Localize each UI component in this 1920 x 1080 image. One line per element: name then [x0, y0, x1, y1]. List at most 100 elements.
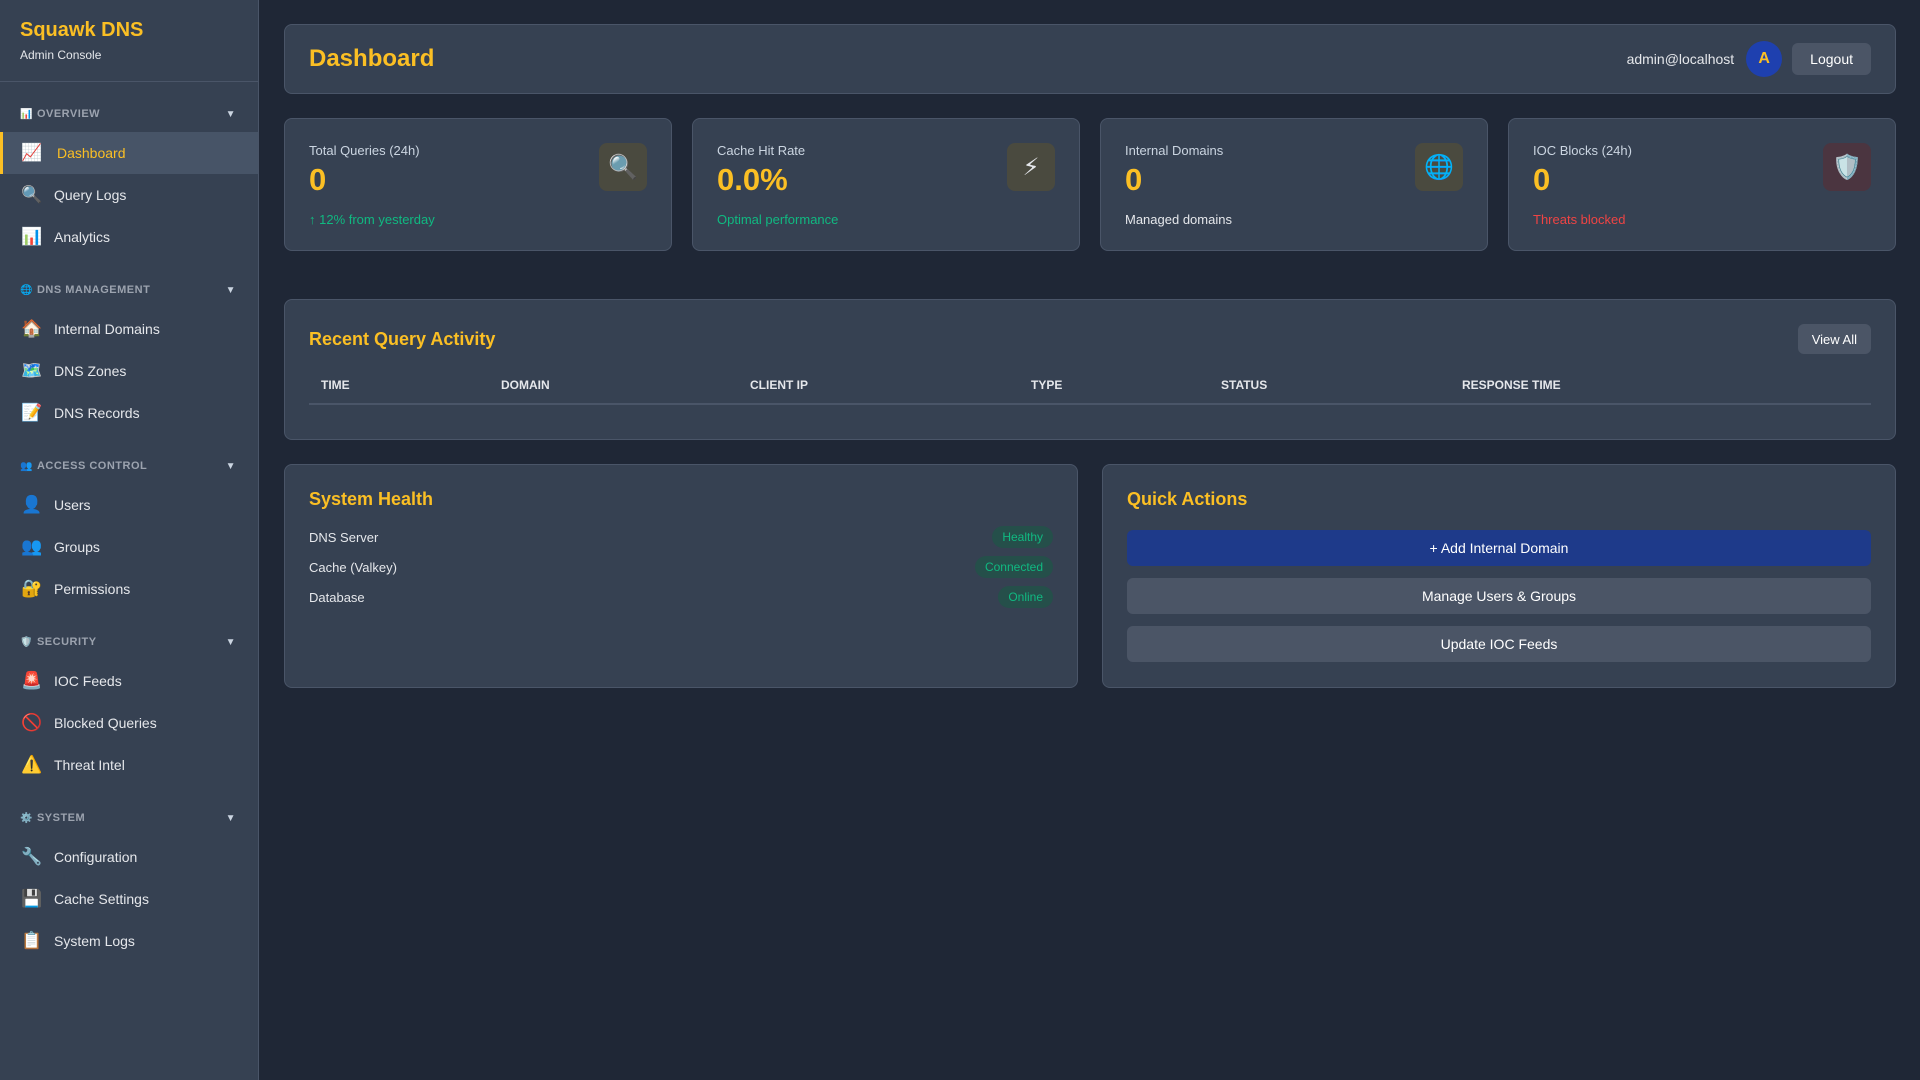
sidebar-item-permissions[interactable]: 🔐 Permissions: [0, 568, 258, 610]
health-label: Database: [309, 589, 365, 605]
sidebar-item-ioc-feeds[interactable]: 🚨 IOC Feeds: [0, 660, 258, 702]
sidebar-item-label: Threat Intel: [54, 757, 125, 773]
stat-label: Cache Hit Rate: [717, 143, 806, 158]
column-header-domain[interactable]: DOMAIN: [489, 378, 738, 405]
section-label: ACCESS CONTROL: [36, 460, 148, 472]
shield-icon: 🛡️: [1823, 143, 1871, 191]
view-all-button[interactable]: View All: [1797, 324, 1871, 354]
trending-chart-icon: 📈: [21, 143, 43, 162]
query-table: TIME DOMAIN CLIENT IP TYPE STATUS RESPON…: [309, 378, 1871, 405]
chevron-down-icon: ▼: [225, 108, 236, 120]
stat-card-internal-domains: Internal Domains 0 Managed domains 🌐: [1100, 118, 1488, 251]
chevron-down-icon: ▼: [225, 636, 236, 648]
brand-subtitle: Admin Console: [20, 48, 102, 62]
stat-note: Threats blocked: [1533, 212, 1626, 227]
status-badge: Connected: [974, 556, 1053, 578]
table-header-row: TIME DOMAIN CLIENT IP TYPE STATUS RESPON…: [309, 378, 1871, 405]
manage-users-groups-button[interactable]: Manage Users & Groups: [1127, 578, 1871, 614]
update-ioc-feeds-button[interactable]: Update IOC Feeds: [1127, 626, 1871, 662]
sidebar-item-query-logs[interactable]: 🔍 Query Logs: [0, 174, 258, 216]
sidebar-item-label: Dashboard: [57, 145, 126, 161]
sidebar-item-label: Users: [54, 497, 91, 513]
lock-key-icon: 🔐: [21, 579, 43, 598]
people-icon: 👥: [20, 461, 33, 472]
section-title: ⚙️ SYSTEM: [20, 812, 85, 824]
sidebar-item-users[interactable]: 👤 Users: [0, 484, 258, 526]
memo-icon: 📝: [21, 403, 43, 422]
section-header-access-control[interactable]: 👥 ACCESS CONTROL ▼: [0, 448, 258, 484]
health-label: DNS Server: [309, 529, 379, 545]
sidebar-item-dns-records[interactable]: 📝 DNS Records: [0, 392, 258, 434]
sidebar-item-dns-zones[interactable]: 🗺️ DNS Zones: [0, 350, 258, 392]
sidebar-item-system-logs[interactable]: 📋 System Logs: [0, 920, 258, 962]
section-header-system[interactable]: ⚙️ SYSTEM ▼: [0, 800, 258, 836]
stats-row: Total Queries (24h) 0 ↑ 12% from yesterd…: [284, 118, 1896, 251]
column-header-status[interactable]: STATUS: [1209, 378, 1450, 405]
section-label: SECURITY: [36, 636, 97, 648]
add-internal-domain-button[interactable]: + Add Internal Domain: [1127, 530, 1871, 566]
sidebar-item-label: Query Logs: [54, 187, 127, 203]
section-header-overview[interactable]: 📊 OVERVIEW ▼: [0, 96, 258, 132]
nav-section-dns-management: 🌐 DNS MANAGEMENT ▼ 🏠 Internal Domains 🗺️ …: [0, 272, 258, 434]
section-header-security[interactable]: 🛡️ SECURITY ▼: [0, 624, 258, 660]
sidebar-item-label: Groups: [54, 539, 100, 555]
wrench-icon: 🔧: [21, 847, 43, 866]
sidebar-item-label: Blocked Queries: [54, 715, 157, 731]
section-title: 👥 ACCESS CONTROL: [20, 460, 147, 472]
section-title: 📊 OVERVIEW: [20, 108, 100, 120]
page-header: Dashboard admin@localhost A Logout: [284, 24, 1896, 94]
column-header-time[interactable]: TIME: [309, 378, 489, 405]
user-area: admin@localhost A Logout: [1627, 41, 1871, 77]
stat-card-cache-hit-rate: Cache Hit Rate 0.0% Optimal performance …: [692, 118, 1080, 251]
stat-label: Total Queries (24h): [309, 143, 420, 158]
health-row-database: Database Online: [309, 586, 1053, 608]
stat-trend: ↑ 12% from yesterday: [309, 212, 435, 227]
section-header-dns-management[interactable]: 🌐 DNS MANAGEMENT ▼: [0, 272, 258, 308]
section-title: 🛡️ SECURITY: [20, 636, 97, 648]
sidebar-item-label: System Logs: [54, 933, 135, 949]
sidebar-item-cache-settings[interactable]: 💾 Cache Settings: [0, 878, 258, 920]
column-header-client-ip[interactable]: CLIENT IP: [738, 378, 1019, 405]
sidebar-item-configuration[interactable]: 🔧 Configuration: [0, 836, 258, 878]
user-email: admin@localhost: [1626, 51, 1735, 67]
stat-value: 0: [309, 162, 327, 197]
globe-icon: 🌐: [1415, 143, 1463, 191]
magnifier-icon: 🔍: [21, 185, 43, 204]
sidebar-item-label: Permissions: [54, 581, 131, 597]
stat-value: 0.0%: [717, 162, 788, 197]
recent-query-activity: Recent Query Activity View All TIME DOMA…: [284, 299, 1896, 440]
sidebar-item-label: IOC Feeds: [54, 673, 122, 689]
stat-label: Internal Domains: [1125, 143, 1224, 158]
brand-title: Squawk DNS: [20, 19, 144, 41]
sidebar-item-blocked-queries[interactable]: 🚫 Blocked Queries: [0, 702, 258, 744]
sidebar-item-threat-intel[interactable]: ⚠️ Threat Intel: [0, 744, 258, 786]
sidebar-item-label: Configuration: [54, 849, 138, 865]
logout-button[interactable]: Logout: [1792, 43, 1871, 75]
avatar[interactable]: A: [1746, 41, 1783, 77]
status-badge: Healthy: [992, 526, 1053, 548]
chevron-down-icon: ▼: [225, 812, 236, 824]
shield-icon: 🛡️: [20, 637, 33, 648]
sidebar-item-groups[interactable]: 👥 Groups: [0, 526, 258, 568]
column-header-response-time[interactable]: RESPONSE TIME: [1450, 378, 1871, 405]
section-title: Quick Actions: [1127, 489, 1248, 509]
section-title: 🌐 DNS MANAGEMENT: [20, 284, 150, 296]
stat-card-ioc-blocks: IOC Blocks (24h) 0 Threats blocked 🛡️: [1508, 118, 1896, 251]
sidebar-item-dashboard[interactable]: 📈 Dashboard: [0, 132, 258, 174]
chart-icon: 📊: [20, 109, 33, 120]
bottom-row: System Health DNS Server Healthy Cache (…: [284, 464, 1896, 688]
main-content: Dashboard admin@localhost A Logout Total…: [284, 24, 1896, 688]
stat-note: Managed domains: [1125, 212, 1232, 227]
stat-value: 0: [1125, 162, 1143, 197]
sidebar-item-label: DNS Records: [54, 405, 140, 421]
nav-section-access-control: 👥 ACCESS CONTROL ▼ 👤 Users 👥 Groups 🔐 Per…: [0, 448, 258, 610]
sidebar-item-internal-domains[interactable]: 🏠 Internal Domains: [0, 308, 258, 350]
lightning-icon: ⚡: [1007, 143, 1055, 191]
health-label: Cache (Valkey): [309, 559, 397, 575]
section-label: OVERVIEW: [36, 108, 101, 120]
column-header-type[interactable]: TYPE: [1019, 378, 1209, 405]
sidebar-item-analytics[interactable]: 📊 Analytics: [0, 216, 258, 258]
stat-label: IOC Blocks (24h): [1533, 143, 1632, 158]
house-icon: 🏠: [21, 319, 43, 338]
nav-section-overview: 📊 OVERVIEW ▼ 📈 Dashboard 🔍 Query Logs 📊 A…: [0, 96, 258, 258]
